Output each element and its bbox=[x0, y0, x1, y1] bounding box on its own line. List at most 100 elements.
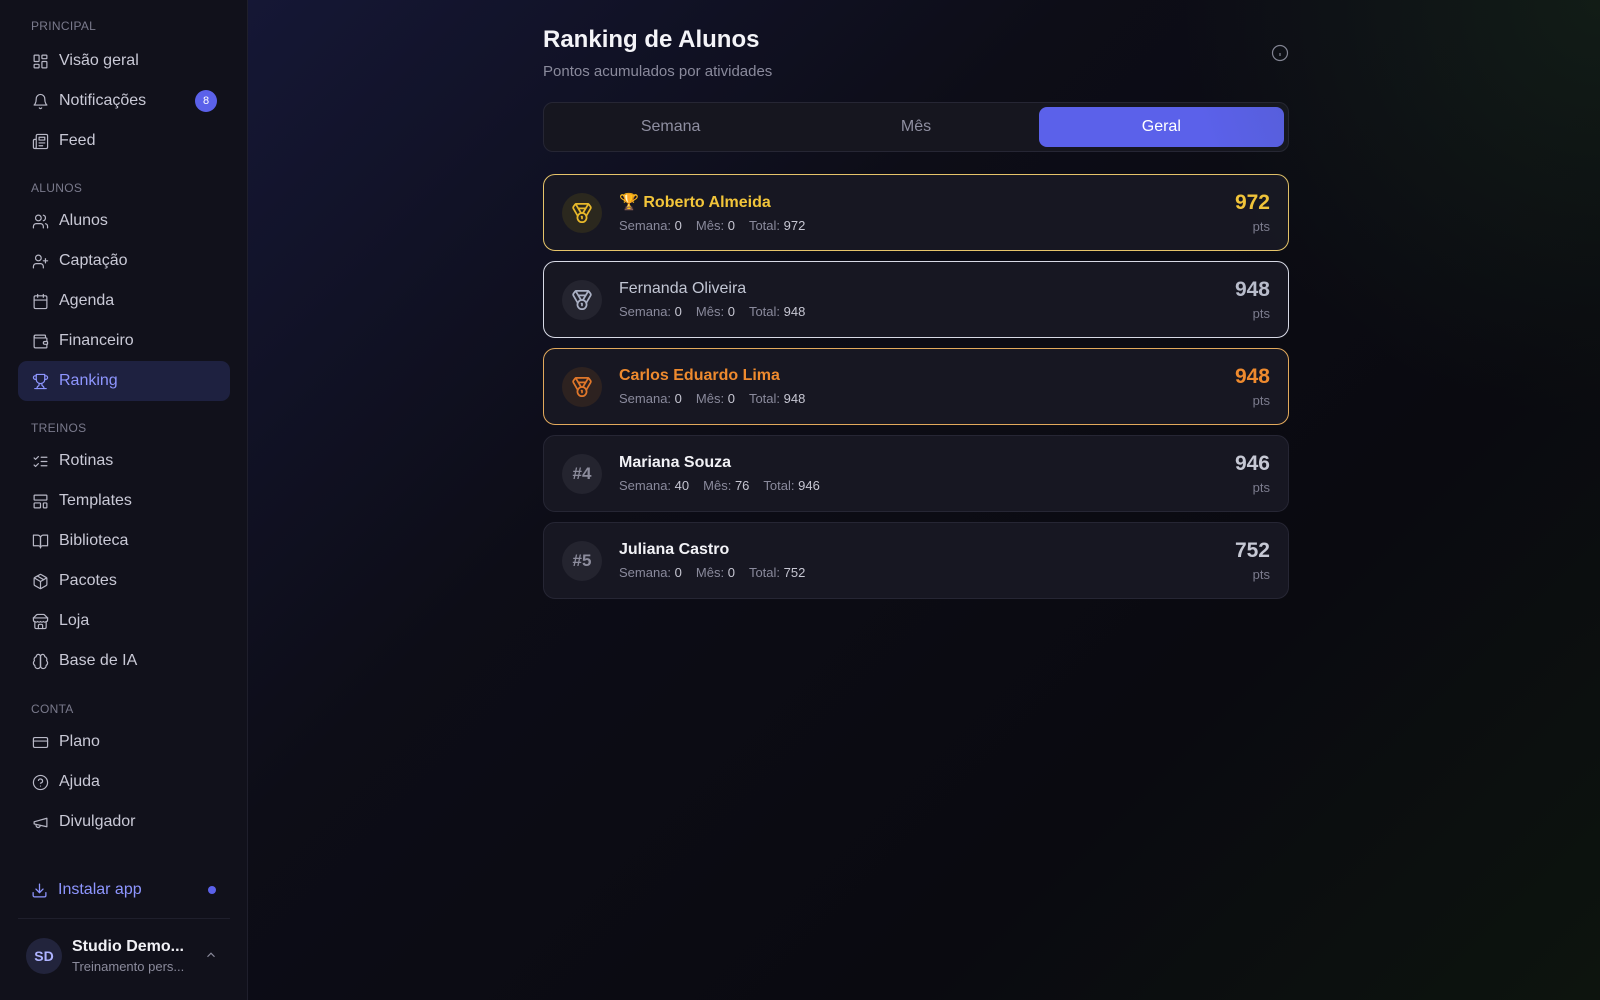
student-name: Mariana Souza bbox=[619, 454, 732, 471]
points-unit: pts bbox=[1252, 480, 1270, 495]
tab-semana[interactable]: Semana bbox=[548, 107, 793, 147]
sidebar-item-visao-geral[interactable]: Visão geral bbox=[18, 41, 230, 81]
install-app-button[interactable]: Instalar app bbox=[18, 870, 230, 910]
stat-label-week: Semana: bbox=[619, 391, 672, 406]
stat-total: 948 bbox=[783, 391, 806, 406]
stat-label-total: Total: bbox=[748, 218, 781, 233]
sidebar-item-label: Rotinas bbox=[59, 452, 114, 469]
ranking-list: 🏆 Roberto Almeida Semana: 0 Mês: 0 Total… bbox=[543, 174, 1289, 599]
sidebar-item-captacao[interactable]: Captação bbox=[18, 241, 230, 281]
sidebar-item-label: Alunos bbox=[59, 212, 108, 229]
score: 948 pts bbox=[1235, 365, 1270, 408]
sidebar-item-rotinas[interactable]: Rotinas bbox=[18, 441, 230, 481]
chevron-up-icon bbox=[204, 948, 218, 967]
notification-count-badge: 8 bbox=[195, 90, 217, 112]
tab-mes[interactable]: Mês bbox=[793, 107, 1038, 147]
student-name: Juliana Castro bbox=[619, 541, 730, 558]
brain-icon bbox=[31, 652, 49, 670]
sidebar: PRINCIPAL Visão geral Notificações 8 Fee… bbox=[0, 0, 248, 1000]
sidebar-item-templates[interactable]: Templates bbox=[18, 481, 230, 521]
info-icon[interactable] bbox=[1271, 44, 1289, 67]
book-icon bbox=[31, 532, 49, 550]
avatar: SD bbox=[26, 938, 62, 974]
student-name: Fernanda Oliveira bbox=[619, 280, 747, 297]
points-unit: pts bbox=[1252, 393, 1270, 408]
store-icon bbox=[31, 612, 49, 630]
section-label-principal: PRINCIPAL bbox=[31, 19, 97, 33]
stat-week: 0 bbox=[674, 218, 682, 233]
medal-icon bbox=[562, 192, 602, 233]
ranking-row[interactable]: #5 Juliana Castro Semana: 0 Mês: 0 Total… bbox=[543, 522, 1289, 599]
sidebar-item-label: Financeiro bbox=[59, 332, 134, 349]
student-name: 🏆 Roberto Almeida bbox=[619, 194, 771, 211]
grid-icon bbox=[31, 52, 49, 70]
user-plus-icon bbox=[31, 252, 49, 270]
score: 948 pts bbox=[1235, 278, 1270, 321]
sidebar-item-label: Templates bbox=[59, 492, 132, 509]
divider bbox=[18, 918, 230, 919]
stat-label-month: Mês: bbox=[703, 478, 732, 493]
sidebar-item-label: Feed bbox=[59, 132, 96, 149]
student-stats: Semana: 40 Mês: 76 Total: 946 bbox=[619, 478, 820, 493]
list-check-icon bbox=[31, 452, 49, 470]
ranking-row[interactable]: Fernanda Oliveira Semana: 0 Mês: 0 Total… bbox=[543, 261, 1289, 338]
sidebar-item-agenda[interactable]: Agenda bbox=[18, 281, 230, 321]
points-value: 946 bbox=[1234, 452, 1270, 475]
sidebar-item-notificacoes[interactable]: Notificações 8 bbox=[18, 81, 230, 121]
stat-label-total: Total: bbox=[748, 565, 781, 580]
sidebar-item-label: Captação bbox=[59, 252, 128, 269]
sidebar-item-base-ia[interactable]: Base de IA bbox=[18, 641, 230, 681]
student-stats: Semana: 0 Mês: 0 Total: 752 bbox=[619, 565, 805, 580]
stat-month: 76 bbox=[734, 478, 750, 493]
ranking-row[interactable]: 🏆 Roberto Almeida Semana: 0 Mês: 0 Total… bbox=[543, 174, 1289, 251]
sidebar-item-label: Loja bbox=[59, 612, 90, 629]
stat-month: 0 bbox=[727, 218, 735, 233]
stat-month: 0 bbox=[727, 565, 735, 580]
stat-week: 0 bbox=[674, 304, 682, 319]
sidebar-item-label: Plano bbox=[59, 733, 100, 750]
profile-menu[interactable]: SD Studio Demo... Treinamento pers... bbox=[18, 930, 230, 982]
sidebar-item-pacotes[interactable]: Pacotes bbox=[18, 561, 230, 601]
score: 946 pts bbox=[1235, 452, 1270, 495]
sidebar-item-label: Ajuda bbox=[59, 773, 100, 790]
sidebar-item-label: Base de IA bbox=[59, 652, 138, 669]
stat-week: 0 bbox=[674, 565, 682, 580]
student-stats: Semana: 0 Mês: 0 Total: 948 bbox=[619, 391, 805, 406]
sidebar-item-ranking[interactable]: Ranking bbox=[18, 361, 230, 401]
medal-icon bbox=[562, 279, 602, 320]
sidebar-item-label: Agenda bbox=[59, 292, 115, 309]
sidebar-item-feed[interactable]: Feed bbox=[18, 121, 230, 161]
sidebar-item-loja[interactable]: Loja bbox=[18, 601, 230, 641]
student-stats: Semana: 0 Mês: 0 Total: 948 bbox=[619, 304, 805, 319]
stat-month: 0 bbox=[727, 391, 735, 406]
page-title: Ranking de Alunos bbox=[543, 26, 760, 53]
tab-geral[interactable]: Geral bbox=[1038, 107, 1284, 147]
ranking-row[interactable]: #4 Mariana Souza Semana: 40 Mês: 76 Tota… bbox=[543, 435, 1289, 512]
stat-week: 0 bbox=[674, 391, 682, 406]
ranking-row[interactable]: Carlos Eduardo Lima Semana: 0 Mês: 0 Tot… bbox=[543, 348, 1289, 425]
sidebar-item-alunos[interactable]: Alunos bbox=[18, 201, 230, 241]
sidebar-item-financeiro[interactable]: Financeiro bbox=[18, 321, 230, 361]
sidebar-item-biblioteca[interactable]: Biblioteca bbox=[18, 521, 230, 561]
score: 972 pts bbox=[1235, 191, 1270, 234]
stat-label-total: Total: bbox=[763, 478, 795, 493]
stat-total: 946 bbox=[798, 478, 820, 493]
sidebar-item-label: Pacotes bbox=[59, 572, 117, 589]
stat-label-month: Mês: bbox=[695, 304, 725, 319]
package-icon bbox=[31, 572, 49, 590]
sidebar-item-ajuda[interactable]: Ajuda bbox=[18, 762, 230, 802]
megaphone-icon bbox=[31, 813, 49, 831]
points-value: 752 bbox=[1234, 539, 1270, 562]
section-label-alunos: ALUNOS bbox=[31, 181, 83, 195]
stat-total: 948 bbox=[783, 304, 806, 319]
sidebar-item-plano[interactable]: Plano bbox=[18, 722, 230, 762]
stat-label-week: Semana: bbox=[619, 304, 672, 319]
sidebar-item-label: Notificações bbox=[59, 92, 147, 109]
section-label-treinos: TREINOS bbox=[31, 421, 87, 435]
period-tabs: Semana Mês Geral bbox=[543, 102, 1289, 152]
stat-label-month: Mês: bbox=[695, 391, 725, 406]
points-value: 948 bbox=[1234, 365, 1270, 388]
sidebar-item-divulgador[interactable]: Divulgador bbox=[18, 802, 230, 842]
stat-label-month: Mês: bbox=[695, 565, 725, 580]
stat-label-total: Total: bbox=[748, 391, 781, 406]
